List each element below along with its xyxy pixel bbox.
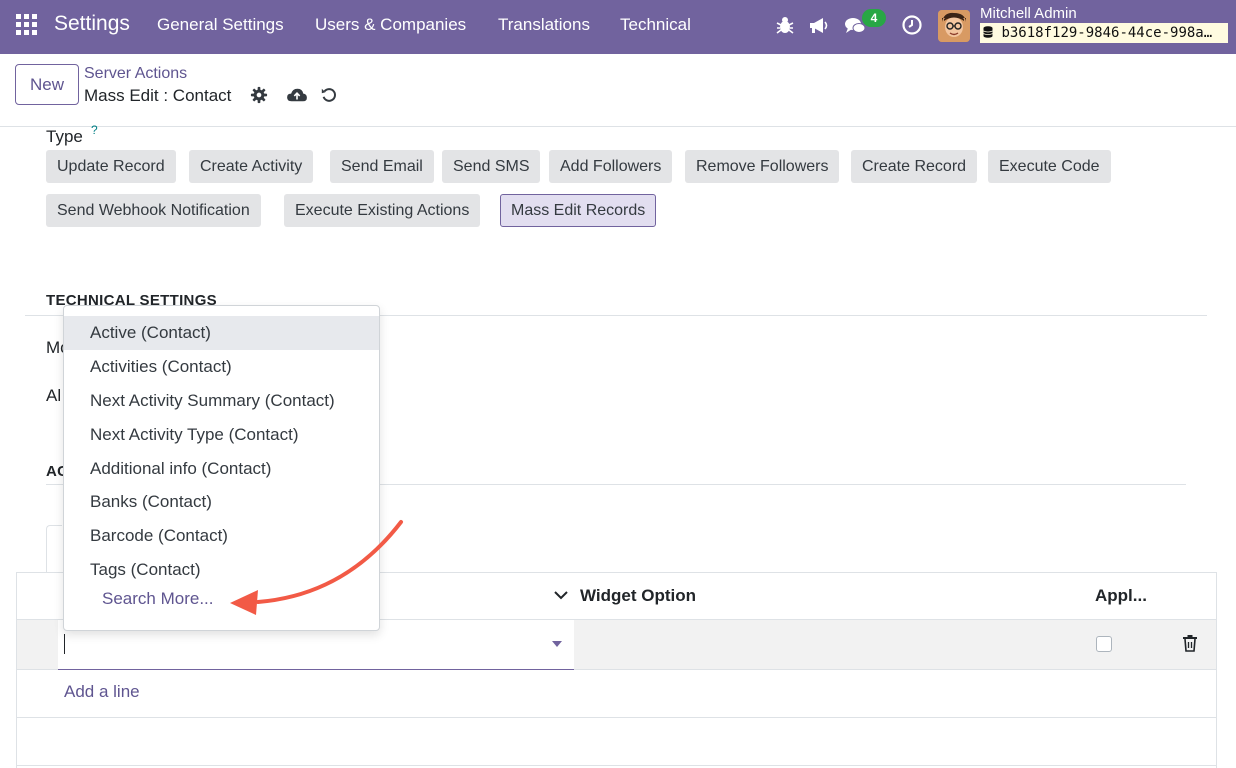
notebook-tab[interactable] <box>46 525 62 573</box>
discard-icon[interactable] <box>320 86 338 104</box>
add-a-line-link[interactable]: Add a line <box>64 682 140 702</box>
text-caret <box>64 634 65 654</box>
add-line-row: Add a line <box>17 670 1216 718</box>
type-option-send-webhook[interactable]: Send Webhook Notification <box>46 194 261 227</box>
breadcrumb-current-record: Mass Edit : Contact <box>84 86 232 105</box>
database-name-text: b3618f129-9846-44ce-998a… <box>1001 25 1213 41</box>
menu-users-companies[interactable]: Users & Companies <box>315 15 466 35</box>
dropdown-option-activities[interactable]: Activities (Contact) <box>64 350 379 384</box>
type-option-remove-followers[interactable]: Remove Followers <box>685 150 840 183</box>
megaphone-icon[interactable] <box>807 13 831 37</box>
table-row-empty <box>17 718 1216 766</box>
user-avatar[interactable] <box>938 10 970 42</box>
type-option-execute-code[interactable]: Execute Code <box>988 150 1111 183</box>
clock-icon[interactable] <box>900 13 924 37</box>
cloud-save-icon[interactable] <box>286 86 308 104</box>
menu-technical[interactable]: Technical <box>620 15 691 35</box>
gear-icon[interactable] <box>250 86 268 104</box>
column-widget-option[interactable]: Widget Option <box>580 586 696 606</box>
apply-checkbox[interactable] <box>1096 636 1112 652</box>
dropdown-option-active[interactable]: Active (Contact) <box>64 316 379 350</box>
type-option-execute-existing[interactable]: Execute Existing Actions <box>284 194 481 227</box>
field-autocomplete-dropdown: Active (Contact) Activities (Contact) Ne… <box>63 305 380 631</box>
type-option-create-activity[interactable]: Create Activity <box>189 150 314 183</box>
type-option-send-sms[interactable]: Send SMS <box>442 150 541 183</box>
dropdown-option-banks[interactable]: Banks (Contact) <box>64 485 379 519</box>
bug-icon[interactable] <box>773 13 797 37</box>
apps-grid-icon[interactable] <box>16 14 38 36</box>
column-apply[interactable]: Appl... <box>1095 586 1147 606</box>
menu-translations[interactable]: Translations <box>498 15 590 35</box>
database-icon <box>983 26 993 38</box>
database-name: b3618f129-9846-44ce-998a… <box>980 23 1228 43</box>
dropdown-option-next-activity-summary[interactable]: Next Activity Summary (Contact) <box>64 384 379 418</box>
type-option-create-record[interactable]: Create Record <box>851 150 978 183</box>
user-name[interactable]: Mitchell Admin <box>980 5 1077 22</box>
trash-icon[interactable] <box>1182 634 1198 652</box>
type-help-tooltip[interactable]: ? <box>91 123 98 137</box>
allowed-field-label-partial: Al <box>46 386 62 405</box>
app-brand[interactable]: Settings <box>54 12 130 36</box>
breadcrumb-server-actions[interactable]: Server Actions <box>84 65 187 83</box>
control-panel: New Server Actions Mass Edit : Contact <box>0 54 1236 127</box>
dropdown-option-tags[interactable]: Tags (Contact) <box>64 553 379 587</box>
top-navbar: Settings General Settings Users & Compan… <box>0 0 1236 54</box>
type-option-send-email[interactable]: Send Email <box>330 150 434 183</box>
dropdown-option-next-activity-type[interactable]: Next Activity Type (Contact) <box>64 418 379 452</box>
menu-general-settings[interactable]: General Settings <box>157 15 284 35</box>
dropdown-option-barcode[interactable]: Barcode (Contact) <box>64 519 379 553</box>
type-field-label: Type <box>46 127 83 146</box>
type-option-add-followers[interactable]: Add Followers <box>549 150 673 183</box>
dropdown-search-more-link[interactable]: Search More... <box>102 589 214 609</box>
dropdown-option-additional-info[interactable]: Additional info (Contact) <box>64 452 379 486</box>
chat-count-badge: 4 <box>862 9 886 27</box>
type-option-mass-edit[interactable]: Mass Edit Records <box>500 194 657 227</box>
type-option-update-record[interactable]: Update Record <box>46 150 176 183</box>
new-button[interactable]: New <box>15 64 79 105</box>
dropdown-arrow-icon[interactable] <box>552 641 562 647</box>
chevron-down-icon[interactable] <box>553 587 569 603</box>
